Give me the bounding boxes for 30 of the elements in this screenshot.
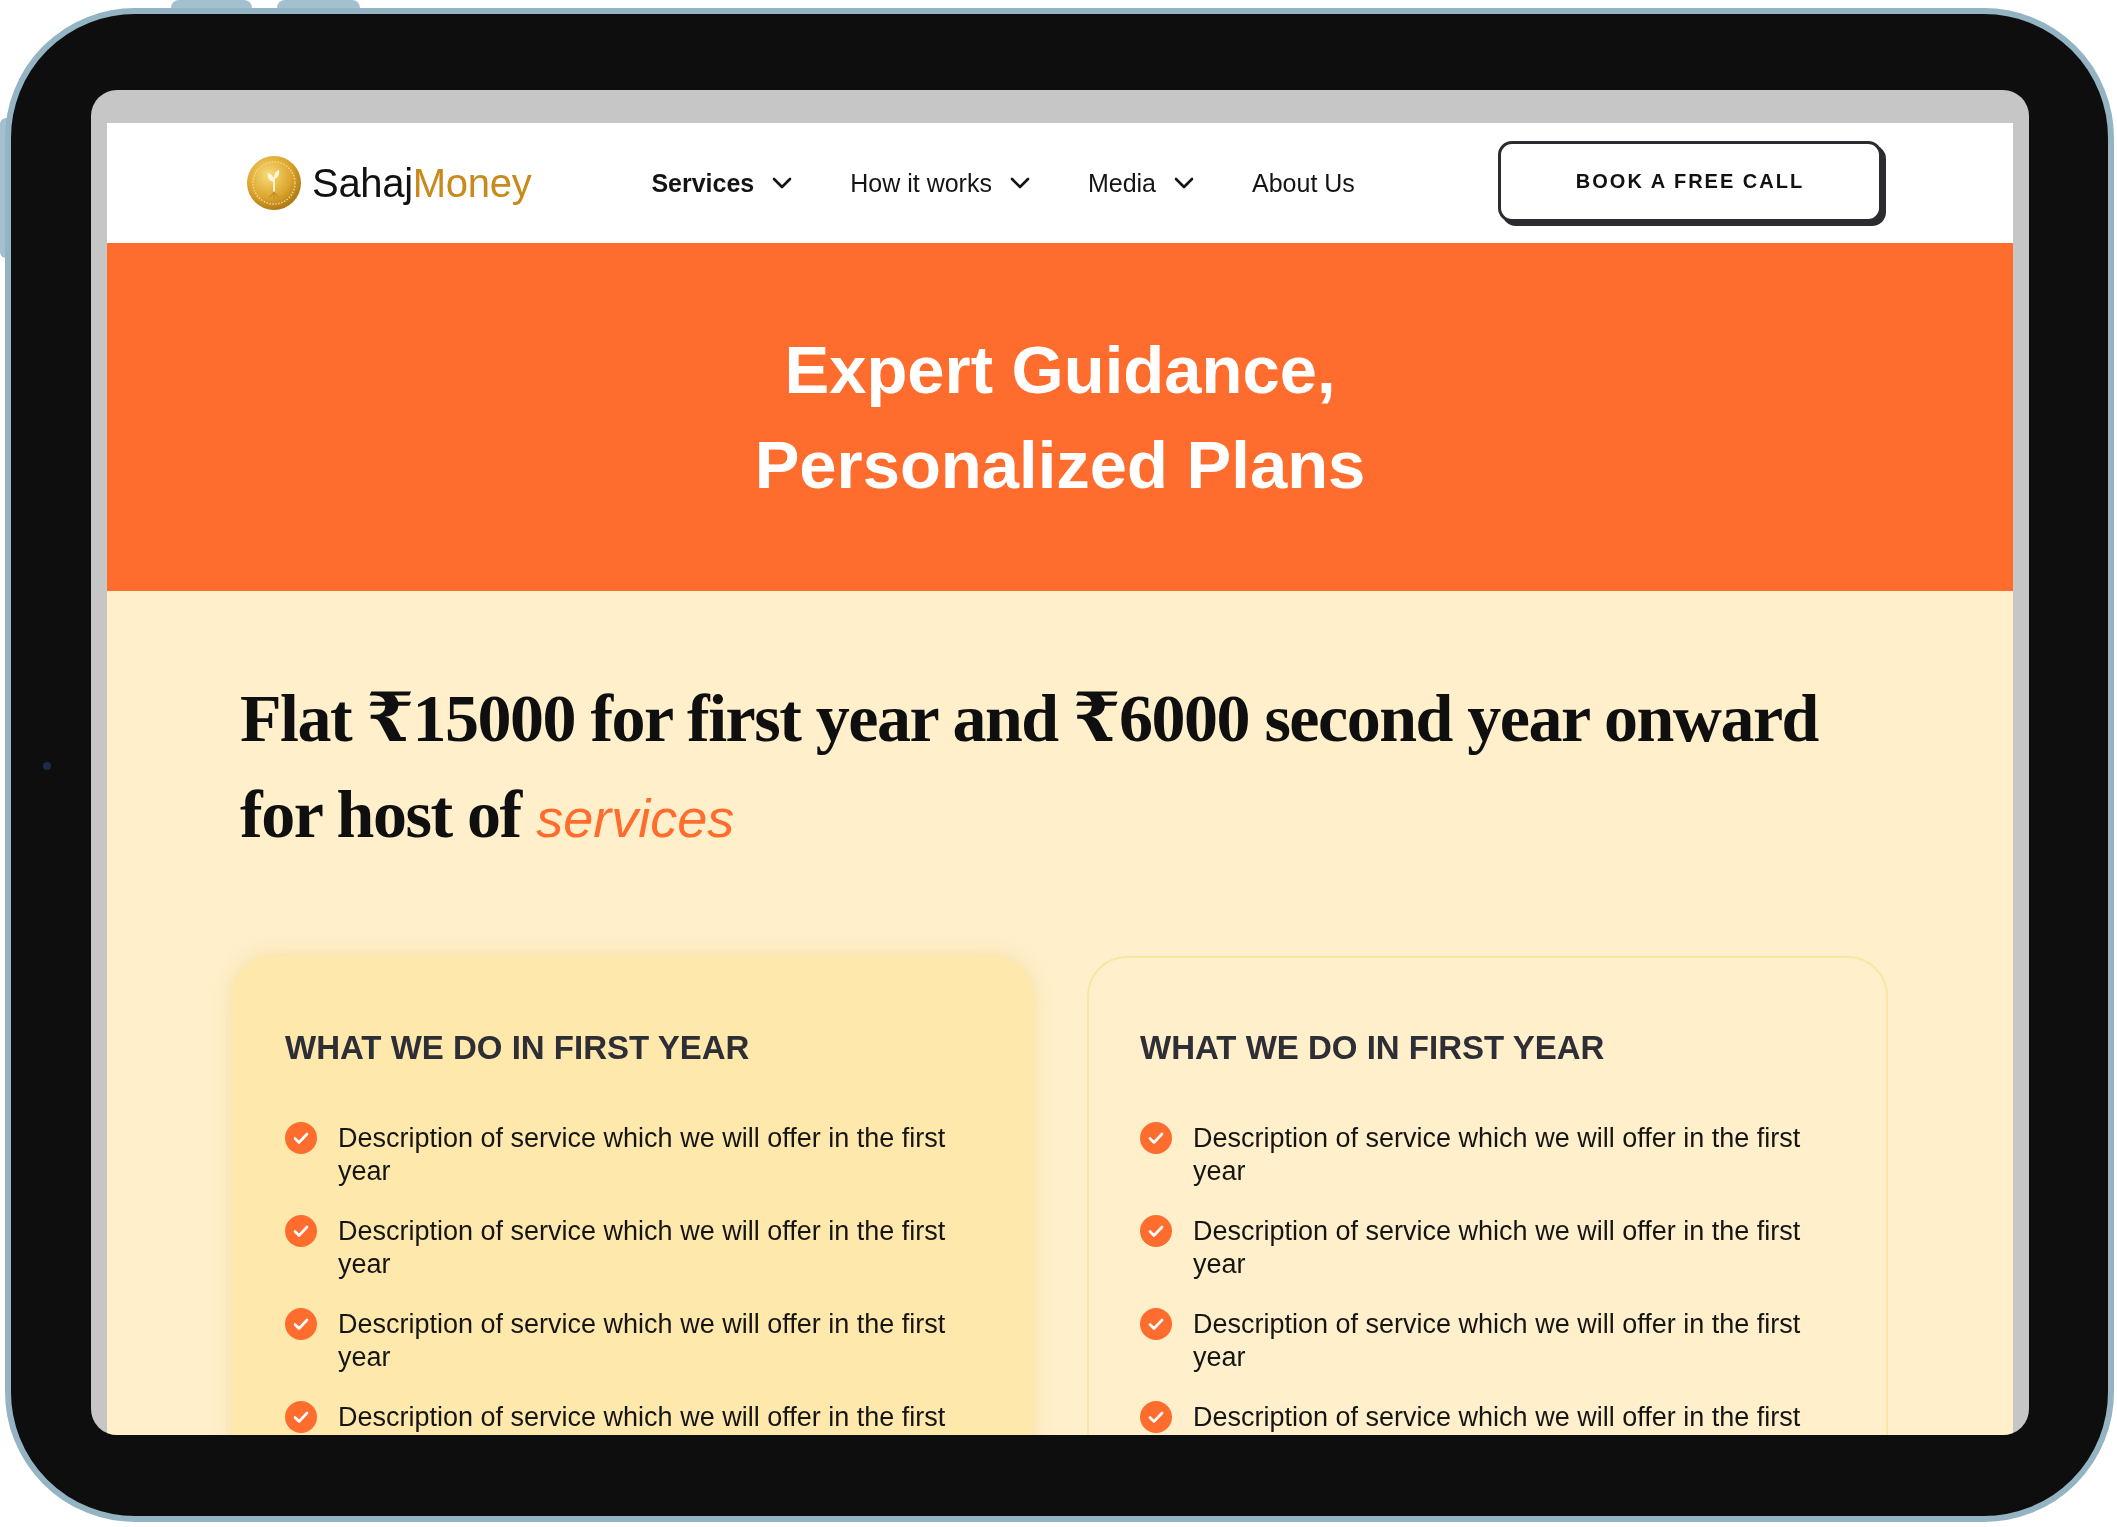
nav-link[interactable]: About Us [1252,168,1355,198]
service-description: Description of service which we will offer in the first year [1193,1122,1802,1188]
check-circle-icon [285,1215,317,1247]
nav-link[interactable]: Services [651,168,793,198]
service-description: Description of service which we will offer in the first [338,1401,946,1434]
check-circle-icon [1140,1215,1172,1247]
chevron-down-icon [772,177,793,189]
hero-title: Expert Guidance, Personalized Plans [753,331,1367,504]
service-description: Description of service which we will offer in the first year [1193,1215,1802,1281]
service-description: Description of service which we will offer in the first year [338,1215,947,1281]
nav-link[interactable]: Media [1087,168,1195,198]
check-circle-icon [1140,1401,1172,1433]
service-description: Description of service which we will offer in the first year [1193,1308,1802,1374]
coin-logo-icon [247,156,301,210]
service-description: Description of service which we will offer in the first year [338,1308,947,1374]
check-circle-icon [1140,1122,1172,1154]
camera-icon [43,762,51,770]
chevron-down-icon [1174,177,1195,189]
nav-link[interactable]: How it works [850,168,1030,198]
card-title: WHAT WE DO IN FIRST YEAR [1140,1028,1606,1068]
pricing-heading: Flat ₹15000 for first year and ₹6000 second year onward for host of services [240,679,1820,854]
check-circle-icon [285,1122,317,1154]
chevron-down-icon [1009,177,1030,189]
service-description: Description of service which we will offer in the first [1193,1401,1801,1434]
service-description: Description of service which we will offer in the first year [338,1122,947,1188]
check-circle-icon [285,1308,317,1340]
check-circle-icon [285,1401,317,1433]
card-title: WHAT WE DO IN FIRST YEAR [285,1028,751,1068]
check-circle-icon [1140,1308,1172,1340]
logo-wordmark[interactable]: SahajMoney [312,160,532,206]
